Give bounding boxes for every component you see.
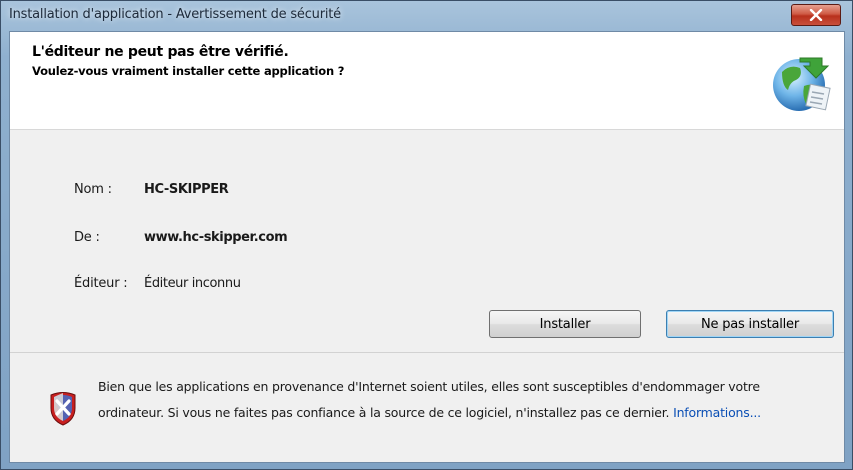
sub-instruction: Voulez-vous vraiment installer cette app… [32, 64, 345, 78]
publisher-label: Éditeur : [74, 276, 128, 291]
globe-app-icon [773, 57, 831, 111]
name-label: Nom : [74, 182, 112, 197]
footer-divider [10, 352, 844, 353]
dialog-header: L'éditeur ne peut pas être vérifié. Voul… [10, 32, 844, 130]
security-shield-icon [50, 392, 76, 426]
warning-message: Bien que les applications en provenance … [98, 374, 798, 426]
window-title: Installation d'application - Avertisseme… [9, 7, 341, 22]
more-info-link[interactable]: Informations... [673, 405, 761, 420]
warning-text: Bien que les applications en provenance … [98, 379, 760, 420]
title-bar[interactable]: Installation d'application - Avertisseme… [1, 1, 852, 31]
publisher-value: Éditeur inconnu [144, 276, 241, 291]
from-value: www.hc-skipper.com [144, 230, 288, 245]
close-icon [809, 9, 823, 21]
dialog-client-area: L'éditeur ne peut pas être vérifié. Voul… [9, 31, 845, 463]
close-button[interactable] [791, 4, 841, 26]
name-value: HC-SKIPPER [144, 182, 229, 197]
do-not-install-button[interactable]: Ne pas installer [666, 310, 834, 338]
install-button-label: Installer [539, 316, 591, 332]
install-button[interactable]: Installer [489, 310, 641, 338]
from-label: De : [74, 230, 100, 245]
dialog-window: Installation d'application - Avertisseme… [0, 0, 853, 470]
do-not-install-button-label: Ne pas installer [700, 316, 800, 332]
main-instruction: L'éditeur ne peut pas être vérifié. [32, 44, 289, 60]
